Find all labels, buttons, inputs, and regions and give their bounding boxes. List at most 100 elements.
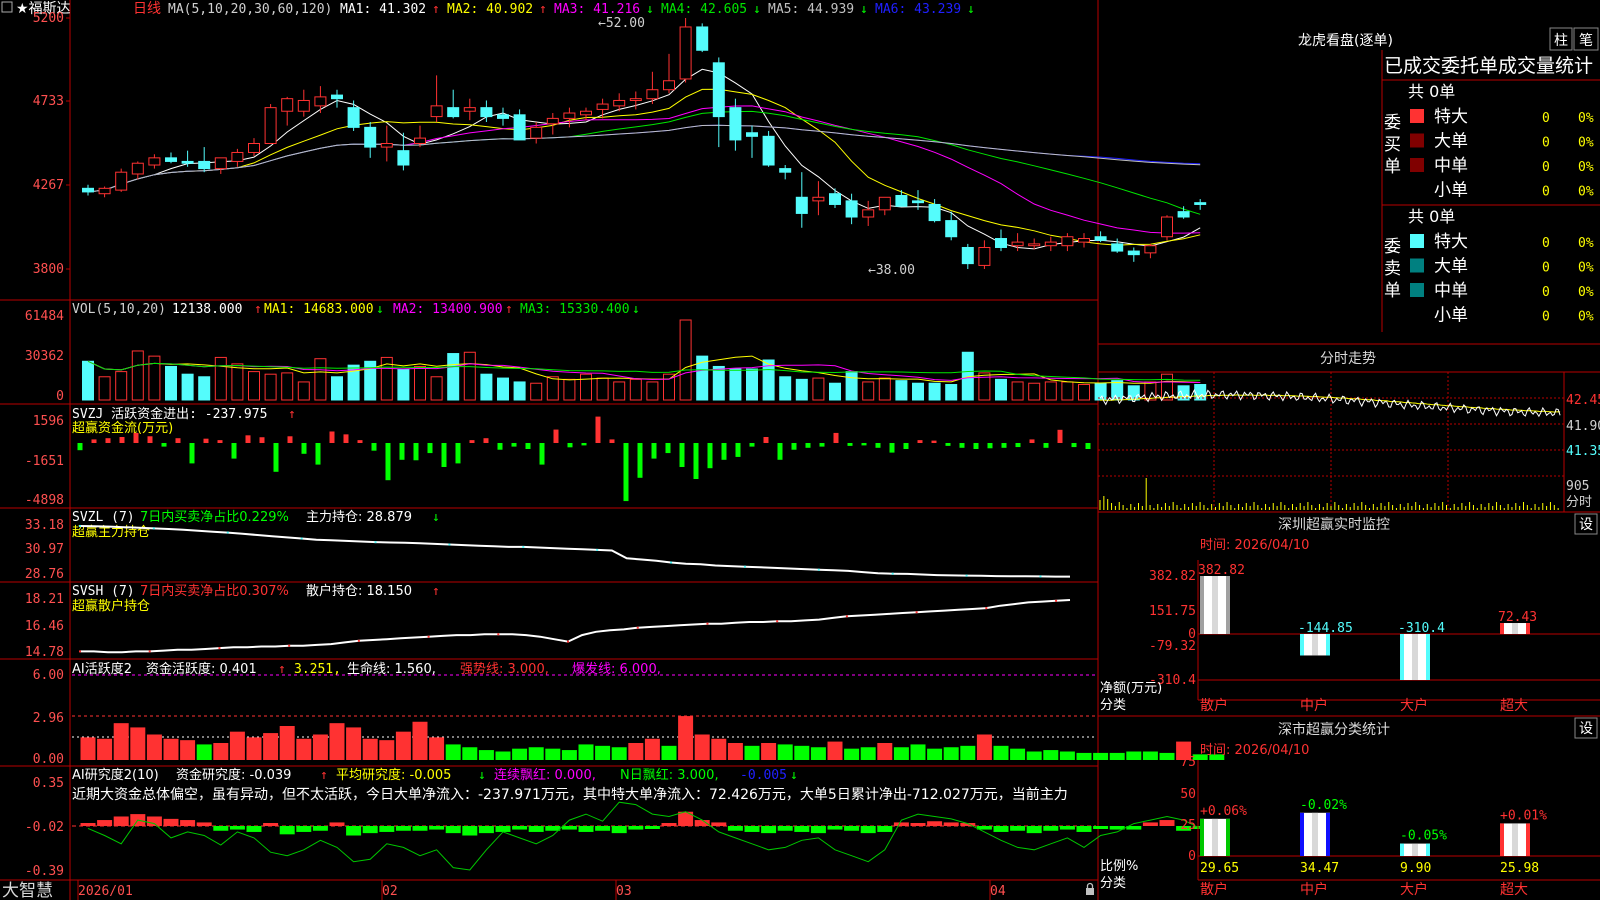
- monitor-bar-edge: [1300, 634, 1304, 656]
- ai2-bar: [711, 822, 727, 826]
- volume-bar: [563, 378, 576, 401]
- svsh-line-mark: [427, 635, 430, 638]
- candle-body: [580, 110, 592, 116]
- ai1-bar: [379, 740, 395, 760]
- vol-tick: 30362: [25, 349, 64, 364]
- order-type: 中单: [1434, 156, 1468, 176]
- classify-title: 深市超赢分类统计: [1278, 721, 1390, 738]
- svzj-bars[interactable]: [77, 416, 1091, 502]
- ma5-arrow: ↓: [860, 2, 868, 17]
- order-pct: 0%: [1578, 236, 1594, 251]
- vol-ma3-arrow: ↓: [632, 302, 640, 317]
- candle: [546, 113, 559, 135]
- candle-body: [264, 107, 277, 145]
- sell-side-label: 委 卖 单: [1384, 237, 1401, 301]
- ai2-bar: [263, 823, 279, 826]
- monitor-bar-edge: [1226, 576, 1230, 634]
- classify-bars[interactable]: +0.06% 29.65 散户 -0.02% 34.47 中户 -0.05% 9.90 大户 +0…: [1200, 798, 1547, 898]
- volume-bar: [1144, 381, 1157, 401]
- candle-body: [646, 89, 659, 100]
- classify-bar-edge: [1200, 818, 1204, 856]
- candle: [812, 181, 825, 216]
- ai1-bar: [1159, 752, 1175, 760]
- window-menu-icon[interactable]: [1, 1, 13, 13]
- ai1-bar: [296, 738, 312, 760]
- pen-mode-label: 笔: [1579, 33, 1593, 49]
- ai2-bar: [1059, 826, 1075, 830]
- candle: [131, 161, 144, 180]
- svsh-line-mark: [497, 633, 500, 636]
- svzl-line-mark: [965, 574, 968, 577]
- period-label[interactable]: 日线: [133, 1, 161, 17]
- monitor-bars[interactable]: 382.82 散户 -144.85 中户 -310.4 大户 72.43 超大: [1198, 563, 1537, 714]
- lhb-panel: 龙虎看盘(逐单) 柱 笔 已成交委托单成交量统计 共 0单 委 买 单 特大 0 0…: [1298, 27, 1600, 326]
- monitor-bar-shade: [1212, 576, 1218, 634]
- candle-body: [696, 26, 709, 51]
- ai1-bar: [312, 734, 328, 760]
- candle-body: [463, 107, 476, 112]
- svzj-bar: [553, 429, 559, 443]
- order-row: 大单 0 0%: [1410, 257, 1594, 277]
- ai2-bar: [761, 826, 777, 834]
- candle-body: [447, 107, 460, 118]
- svzj-bar: [805, 443, 811, 448]
- svzj-bar: [245, 435, 251, 443]
- volume-bar: [779, 376, 792, 401]
- candle: [198, 147, 211, 173]
- svzj-bar: [945, 443, 951, 446]
- x-tick: 03: [616, 884, 632, 899]
- x-tick: 2026/01: [78, 884, 133, 899]
- candle: [1044, 236, 1057, 252]
- volume-bar: [596, 377, 609, 401]
- svzj-bar: [903, 443, 909, 449]
- ai2-bars[interactable]: [80, 801, 1208, 871]
- volume-bar: [862, 381, 875, 401]
- monitor-bar-shade: [1312, 634, 1318, 656]
- volume-bar: [198, 376, 211, 401]
- ai1-axis: 6.00 2.96 0.00: [33, 668, 64, 767]
- classify-category: 散户: [1200, 881, 1228, 898]
- volume-bar: [214, 356, 227, 401]
- volume-bar: [148, 355, 161, 401]
- ai1-bars[interactable]: [80, 716, 1225, 760]
- classify-bar-edge: [1226, 818, 1230, 856]
- volume-bar: [530, 382, 543, 401]
- lhb-tabs[interactable]: 已成交委托单成交量统计: [1384, 55, 1593, 77]
- ai2-arrow: ↑: [320, 768, 328, 783]
- svzj-bar: [581, 443, 587, 446]
- candle-body: [1111, 243, 1124, 252]
- ai2-bar: [362, 826, 378, 834]
- candle-body: [430, 105, 443, 118]
- buy-side-label: 委 买 单: [1384, 113, 1401, 177]
- candle-body: [297, 99, 310, 112]
- svzj-bar: [987, 443, 993, 449]
- ai2-bar: [329, 822, 345, 826]
- ai1-bar: [1059, 751, 1075, 760]
- volume-bars[interactable]: [82, 319, 1207, 401]
- svsh-arrow: ↑: [432, 584, 440, 599]
- svzj-bar: [147, 436, 153, 443]
- ai1-bar: [611, 747, 627, 760]
- ai2-bar: [1043, 826, 1059, 831]
- candle-body: [1094, 236, 1107, 241]
- ai2-bar: [694, 820, 710, 826]
- volume-bar: [912, 382, 924, 401]
- svzj-arrow: ↑: [288, 407, 296, 422]
- order-swatch: [1410, 258, 1424, 273]
- order-row: 特大 0 0%: [1410, 107, 1594, 127]
- candle-body: [181, 160, 194, 164]
- price-axis: 5200 4733 4267 3800: [33, 11, 64, 277]
- candle-body: [995, 238, 1007, 248]
- sell-rows: 特大 0 0% 大单 0 0% 中单 0 0% 小单 0 0%: [1410, 232, 1594, 326]
- monitor-bar-edge: [1400, 634, 1404, 680]
- ma2-arrow: ↑: [539, 2, 547, 17]
- ma4-arrow: ↓: [753, 2, 761, 17]
- svzj-bar: [189, 443, 195, 464]
- ai1-bar: [229, 731, 245, 760]
- volume-bar: [397, 368, 410, 401]
- svzj-bar: [623, 443, 629, 502]
- classify-ylabel: 比例%: [1100, 859, 1138, 874]
- ai2-bar: [777, 826, 793, 831]
- ai1-bar: [860, 747, 876, 760]
- lock-icon[interactable]: [1086, 882, 1094, 896]
